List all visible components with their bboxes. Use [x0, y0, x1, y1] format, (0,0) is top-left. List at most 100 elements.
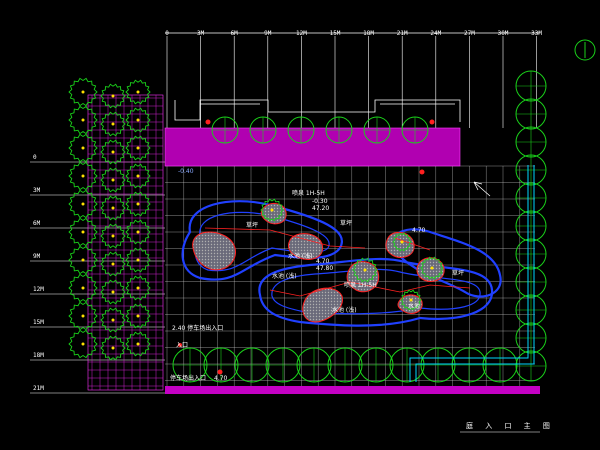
tree-column-right [515, 70, 547, 382]
tree-symbol [100, 335, 126, 361]
center-label: 喷泉 1H-5H [292, 190, 325, 197]
tree-symbol [265, 347, 301, 383]
left-paving-hatch [88, 95, 163, 390]
tree-symbol [68, 133, 98, 163]
tree-symbol [325, 116, 353, 144]
tree-symbol [358, 347, 394, 383]
tree-symbol [125, 247, 151, 273]
lawn-left-b: 草坪 [340, 220, 353, 227]
row-label: 21M [33, 385, 44, 392]
tree-symbol [451, 347, 487, 383]
entrance-label: 入口 [176, 342, 189, 349]
tree-symbol [125, 275, 151, 301]
mid-label: 4.70 [316, 258, 330, 265]
landscape-plan-drawing [30, 32, 596, 433]
column-label: 6M [230, 30, 238, 37]
column-label: 0 [165, 30, 169, 37]
tree-symbol [68, 161, 98, 191]
row-label: 0 [33, 154, 37, 161]
north-arrow [574, 39, 596, 61]
tree-symbol [327, 347, 363, 383]
center-val-b: 47.20 [312, 205, 330, 212]
column-label: 33M [531, 30, 543, 37]
tree-symbol [100, 83, 126, 109]
left-note: 2.40 停车场出入口 [172, 325, 224, 332]
tree-symbol [515, 350, 547, 382]
column-label: 18M [363, 30, 375, 37]
tree-symbol [515, 210, 547, 242]
pond-a: 水池 (浅) [288, 253, 313, 260]
column-label: 27M [463, 30, 475, 37]
column-label: 3M [196, 30, 205, 37]
row-label: 15M [33, 319, 44, 326]
pond-b: 水池 (浅) [272, 273, 297, 280]
tree-symbol [68, 273, 98, 303]
tree-symbol [296, 347, 332, 383]
pond-c: 水池 (浅) [332, 307, 357, 314]
tree-symbol [100, 167, 126, 193]
row-label: 3M [33, 187, 41, 194]
pond-d: 水池 [408, 303, 421, 310]
paved-plaza-top [165, 128, 460, 166]
tree-symbol [100, 251, 126, 277]
tree-symbol [211, 116, 239, 144]
row-label: 12M [33, 286, 44, 293]
mid-val-a: 47.80 [316, 265, 334, 272]
tree-symbol [100, 279, 126, 305]
tree-symbol [125, 107, 151, 133]
tree-symbol [100, 307, 126, 333]
tree-symbol [100, 139, 126, 165]
tree-symbol [515, 238, 547, 270]
tree-symbol [515, 70, 547, 102]
column-label: 15M [329, 30, 341, 37]
row-label: 9M [33, 253, 41, 260]
row-label: 18M [33, 352, 44, 359]
tree-symbol [515, 154, 547, 186]
tree-symbol [68, 105, 98, 135]
tree-symbol [515, 322, 547, 354]
tree-symbol [515, 294, 547, 326]
bottom-paving-strip [165, 386, 540, 394]
tree-symbol [515, 182, 547, 214]
column-label: 9M [264, 30, 272, 37]
tree-symbol [287, 116, 315, 144]
tree-symbol [68, 301, 98, 331]
right-label-a: 4.70 [412, 227, 426, 234]
column-label: 21M [396, 30, 408, 37]
column-label: 12M [295, 30, 307, 37]
tree-symbol [482, 347, 518, 383]
sheet-title: 庭 入 口 主 图 [466, 422, 555, 430]
tree-symbol [100, 111, 126, 137]
tree-symbol [125, 135, 151, 161]
tree-symbol [68, 77, 98, 107]
tree-symbol [125, 331, 151, 357]
lawn-left: 草坪 [246, 222, 259, 229]
tree-symbol [68, 329, 98, 359]
column-label: 30M [497, 30, 509, 37]
right-label-b: 草坪 [452, 270, 465, 277]
mid-val-b: 喷泉 1H-5H [344, 282, 377, 289]
tree-symbol [125, 79, 151, 105]
tree-symbol [125, 191, 151, 217]
tree-symbol [420, 347, 456, 383]
bottom-level: 4.70 [214, 375, 228, 382]
tree-column-left [68, 77, 151, 361]
tree-symbol [389, 347, 425, 383]
tree-symbol [125, 163, 151, 189]
tree-symbol [234, 347, 270, 383]
tree-symbol [249, 116, 277, 144]
tree-symbol [515, 266, 547, 298]
tree-symbol [68, 189, 98, 219]
center-val-a: -0.30 [312, 198, 328, 205]
column-label: 24M [430, 30, 442, 37]
row-label: 6M [33, 220, 41, 227]
entrance-arrow [473, 181, 491, 197]
tree-symbol [68, 245, 98, 275]
tree-symbol [68, 217, 98, 247]
tree-symbol [515, 98, 547, 130]
tree-symbol [100, 195, 126, 221]
tree-symbol [125, 219, 151, 245]
bottom-left-note: 停车场出入口 [170, 375, 207, 382]
level-top: -0.40 [178, 168, 194, 175]
tree-symbol [363, 116, 391, 144]
